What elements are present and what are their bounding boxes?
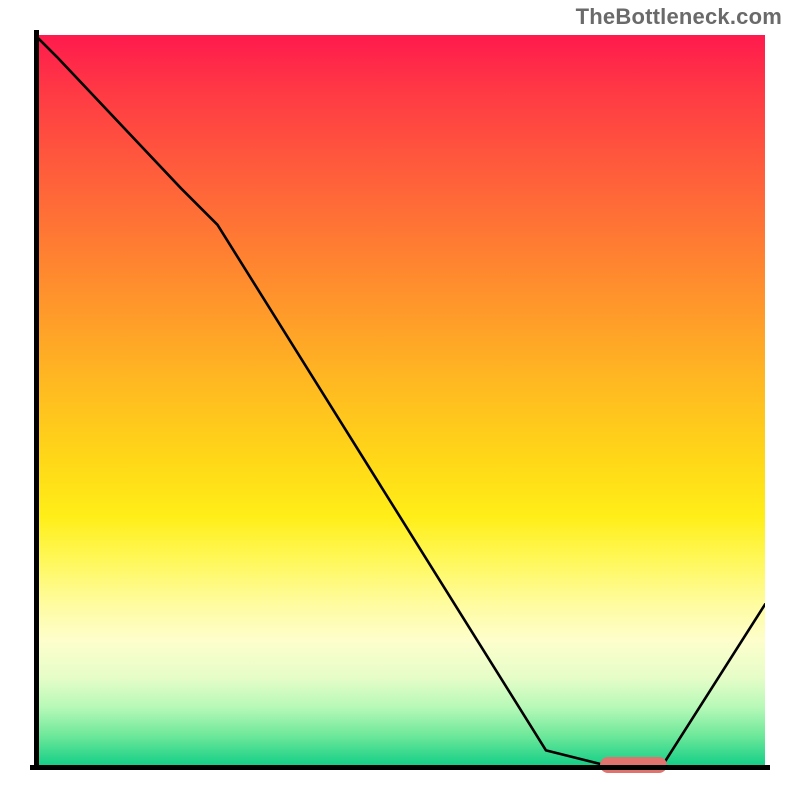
watermark-text: TheBottleneck.com	[576, 4, 782, 30]
bottleneck-line-chart	[35, 35, 765, 765]
bottleneck-curve-path	[35, 35, 765, 765]
y-axis	[34, 30, 39, 770]
x-axis	[30, 765, 770, 770]
